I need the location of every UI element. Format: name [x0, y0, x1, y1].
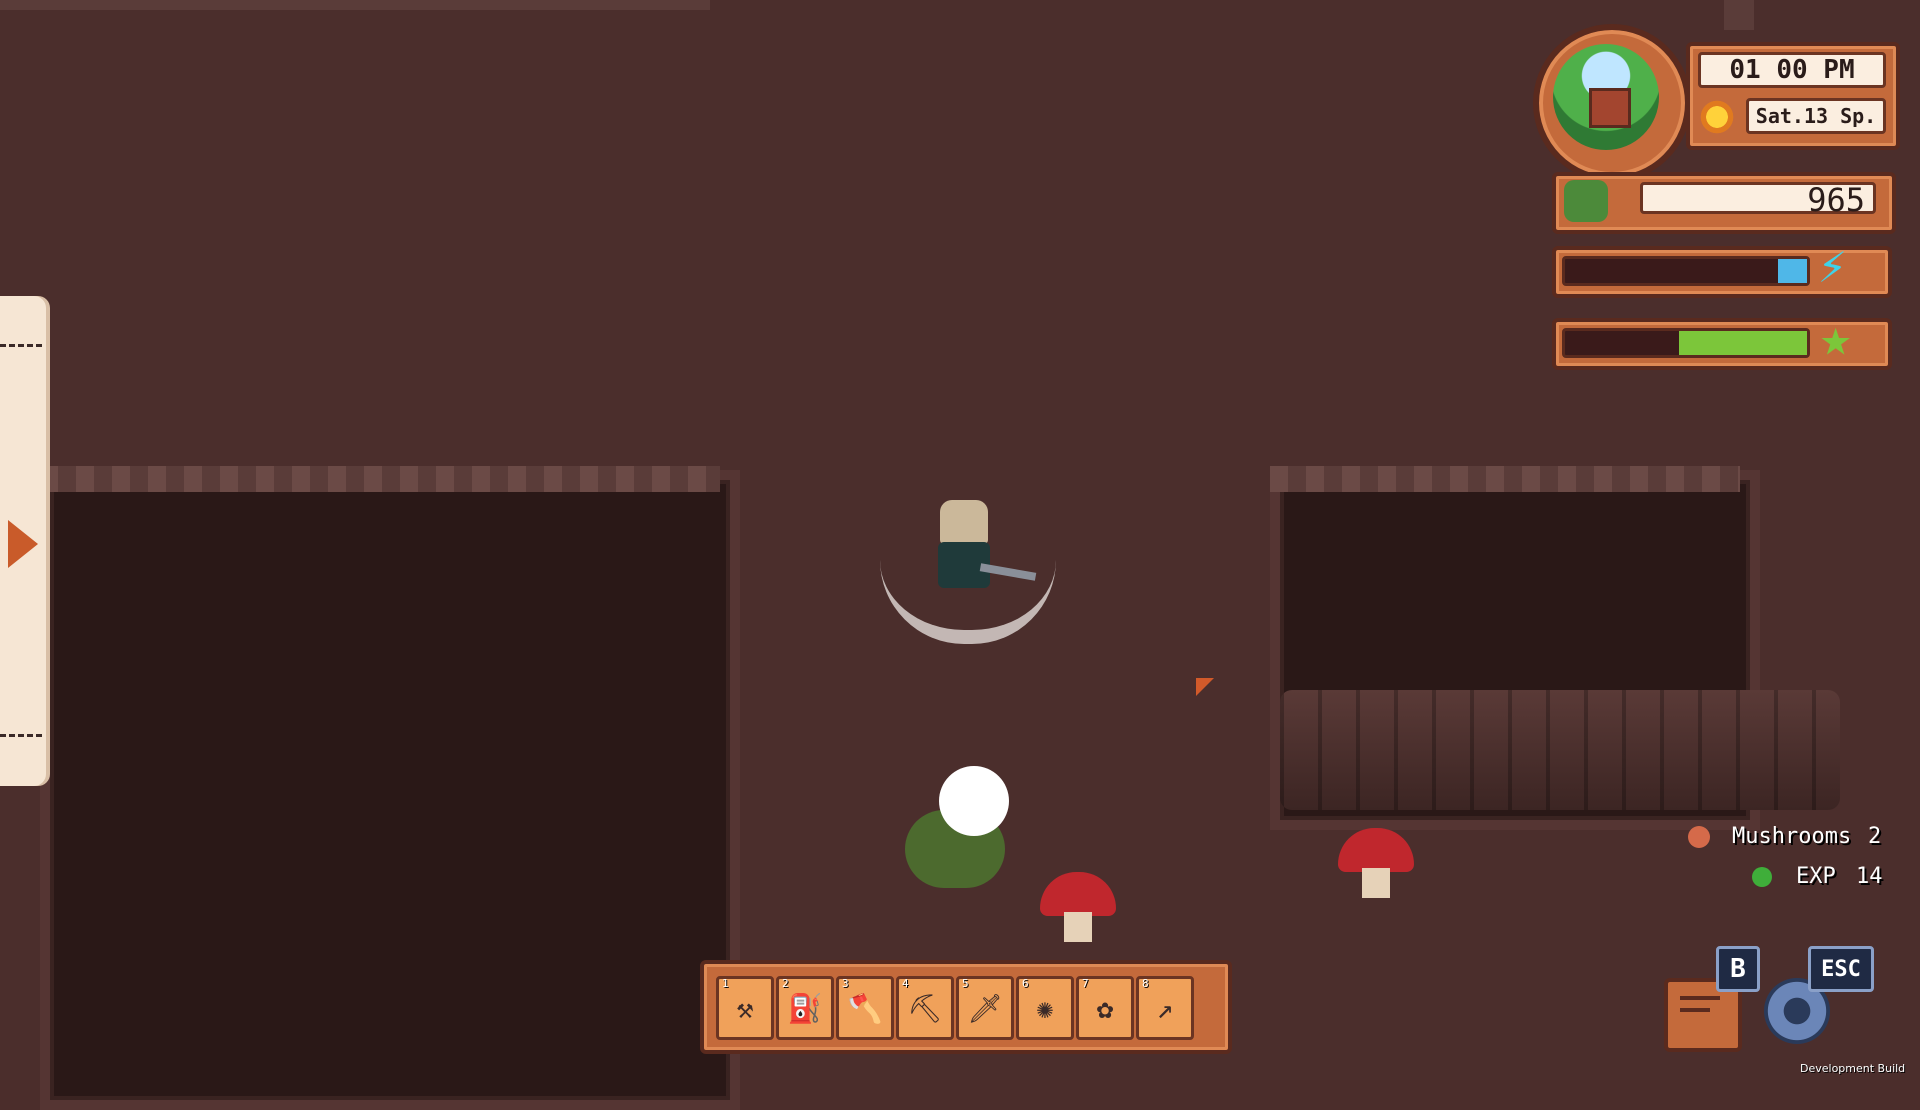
pickup-exp: EXP 14 [1752, 862, 1888, 892]
smoke-puff [939, 766, 1009, 836]
mushroom-icon [1688, 826, 1710, 848]
hotbar-slot-2[interactable]: 2 ⛽ [776, 976, 834, 1040]
slain-enemy-puff [905, 760, 1015, 890]
star-icon: ★ [1820, 308, 1852, 368]
farm-portrait [1533, 24, 1691, 182]
journal-key-hint: B [1716, 946, 1760, 992]
hotbar: 1 ⚒ 2 ⛽ 3 🪓 4 ⛏ 5 🗡 6 ✺ 7 ✿ 8 ↗ [700, 960, 1232, 1054]
left-pit-edge [40, 466, 720, 492]
top-right-wall [1724, 0, 1754, 30]
fishing-rod-icon: ↗ [1156, 991, 1174, 1025]
money-panel: 965 [1552, 172, 1896, 234]
build-label: Development Build [1800, 1062, 1906, 1075]
hotbar-slot-4[interactable]: 4 ⛏ [896, 976, 954, 1040]
health-bar-track [1562, 328, 1810, 358]
stone-pillars [1280, 690, 1840, 810]
pickup-mushrooms: Mushrooms 2 [1688, 822, 1888, 852]
house-icon [1589, 88, 1631, 128]
journal-line [1680, 996, 1720, 1000]
energy-bolt-icon: ⚡ [1818, 238, 1847, 294]
sun-icon [1698, 98, 1736, 136]
hotbar-slot-8[interactable]: 8 ↗ [1136, 976, 1194, 1040]
seed-bag-icon: ✺ [1036, 991, 1054, 1025]
health-bar-fill [1679, 331, 1807, 355]
hotbar-slot-6[interactable]: 6 ✺ [1016, 976, 1074, 1040]
clock-panel: 01 00 PM Sat.13 Sp. [1686, 42, 1900, 150]
journal-line [1680, 1008, 1710, 1012]
pickup-count: 2 [1868, 824, 1882, 849]
expand-arrow-icon[interactable] [8, 520, 38, 568]
health-panel: ★ [1552, 308, 1892, 370]
money-bag-icon [1564, 180, 1608, 222]
farm-portrait-image [1553, 44, 1659, 150]
energy-panel: ⚡ [1552, 238, 1892, 298]
pickup-count: 14 [1856, 864, 1883, 889]
pickup-label: Mushrooms [1732, 824, 1852, 849]
right-pit-edge [1270, 466, 1740, 492]
sword-icon: 🗡 [967, 991, 1003, 1025]
player-character [880, 500, 1060, 650]
scroll-dash [0, 344, 42, 347]
mushroom-enemy[interactable] [1040, 872, 1116, 948]
time-display: 01 00 PM [1698, 52, 1886, 88]
pickup-label: EXP [1796, 864, 1836, 889]
hotbar-slot-7[interactable]: 7 ✿ [1076, 976, 1134, 1040]
mushroom-stem [1362, 868, 1390, 898]
pickaxe-icon: ⛏ [907, 991, 943, 1025]
hotbar-slot-1[interactable]: 1 ⚒ [716, 976, 774, 1040]
hammer-icon: ⚒ [736, 991, 754, 1025]
flower-seeds-icon: ✿ [1096, 991, 1114, 1025]
mushroom-cap [1040, 872, 1116, 916]
scroll-dash [0, 734, 42, 737]
player-head [940, 500, 988, 544]
left-pit [40, 470, 740, 1110]
money-amount: 965 [1640, 182, 1876, 216]
cursor-icon [1196, 678, 1214, 696]
top-wall [0, 0, 710, 10]
date-display: Sat.13 Sp. [1746, 98, 1886, 134]
exp-orb-icon [1752, 867, 1772, 887]
hotbar-slot-3[interactable]: 3 🪓 [836, 976, 894, 1040]
mushroom-cap [1338, 828, 1414, 872]
energy-bar-fill [1778, 259, 1807, 283]
energy-bar-track [1562, 256, 1810, 286]
menu-key-hint: ESC [1808, 946, 1874, 992]
watering-can-icon: ⛽ [787, 991, 823, 1025]
axe-icon: 🪓 [847, 991, 883, 1025]
hotbar-slot-5[interactable]: 5 🗡 [956, 976, 1014, 1040]
mushroom-stem [1064, 912, 1092, 942]
mushroom-enemy[interactable] [1338, 828, 1414, 904]
